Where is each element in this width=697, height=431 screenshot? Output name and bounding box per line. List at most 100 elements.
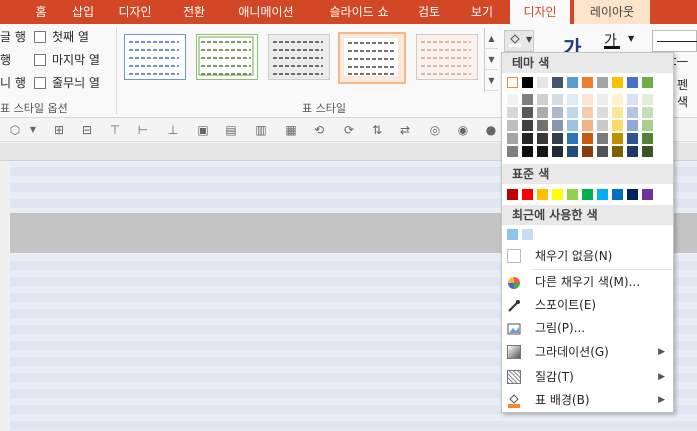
color-swatch[interactable] bbox=[597, 189, 608, 200]
color-swatch[interactable] bbox=[552, 94, 563, 105]
color-swatch[interactable] bbox=[567, 77, 578, 88]
table-style-thumb[interactable] bbox=[196, 34, 258, 80]
picture-item[interactable]: 그림(P)... bbox=[502, 317, 673, 339]
shape-icon[interactable]: ⬡ bbox=[8, 123, 22, 137]
rotate-left-icon[interactable]: ⟲ bbox=[312, 123, 326, 137]
color-swatch[interactable] bbox=[507, 133, 518, 144]
shading-button[interactable]: ▼ bbox=[504, 30, 534, 52]
color-swatch[interactable] bbox=[537, 120, 548, 131]
color-swatch[interactable] bbox=[612, 146, 623, 157]
tab-transitions[interactable]: 전환 bbox=[172, 0, 216, 24]
color-swatch[interactable] bbox=[537, 146, 548, 157]
color-swatch[interactable] bbox=[537, 77, 548, 88]
tab-design[interactable]: 디자인 bbox=[110, 0, 160, 24]
intersect-icon[interactable]: ◉ bbox=[456, 123, 470, 137]
color-swatch[interactable] bbox=[522, 120, 533, 131]
no-fill-item[interactable]: 채우기 없음(N) bbox=[502, 245, 673, 267]
color-swatch[interactable] bbox=[537, 107, 548, 118]
color-swatch[interactable] bbox=[507, 189, 518, 200]
bring-forward-icon[interactable]: ▥ bbox=[254, 123, 268, 137]
ungroup-icon[interactable]: ▤ bbox=[224, 123, 238, 137]
table-style-thumb-selected[interactable] bbox=[338, 32, 406, 84]
color-swatch[interactable] bbox=[612, 120, 623, 131]
tab-view[interactable]: 보기 bbox=[460, 0, 504, 24]
table-background-item[interactable]: 표 배경(B) ▶ bbox=[502, 389, 673, 411]
tab-slideshow[interactable]: 슬라이드 쇼 bbox=[316, 0, 402, 24]
color-swatch[interactable] bbox=[567, 94, 578, 105]
color-swatch[interactable] bbox=[567, 120, 578, 131]
tab-animations[interactable]: 애니메이션 bbox=[226, 0, 306, 24]
color-swatch[interactable] bbox=[582, 120, 593, 131]
color-swatch[interactable] bbox=[567, 107, 578, 118]
chevron-down-icon[interactable]: ▼ bbox=[26, 123, 40, 137]
color-swatch[interactable] bbox=[642, 120, 653, 131]
texture-item[interactable]: 질감(T) ▶ bbox=[502, 366, 673, 388]
color-swatch[interactable] bbox=[582, 94, 593, 105]
color-swatch[interactable] bbox=[597, 120, 608, 131]
color-swatch[interactable] bbox=[522, 133, 533, 144]
align-icon[interactable]: ⊞ bbox=[52, 123, 66, 137]
color-swatch[interactable] bbox=[627, 107, 638, 118]
pen-style-box[interactable] bbox=[652, 30, 697, 52]
table-row[interactable] bbox=[10, 421, 697, 430]
color-swatch[interactable] bbox=[597, 77, 608, 88]
option-header-row[interactable]: 글 행 bbox=[0, 27, 26, 47]
color-swatch[interactable] bbox=[627, 189, 638, 200]
color-swatch[interactable] bbox=[597, 94, 608, 105]
table-style-thumb[interactable] bbox=[416, 34, 478, 80]
scroll-up-icon[interactable]: ▲ bbox=[485, 28, 498, 49]
tab-insert[interactable]: 삽입 bbox=[64, 0, 102, 24]
color-swatch[interactable] bbox=[627, 146, 638, 157]
color-swatch[interactable] bbox=[552, 77, 563, 88]
tab-table-layout[interactable]: 레이아웃 bbox=[574, 0, 650, 24]
more-fill-colors-item[interactable]: 다른 채우기 색(M)... bbox=[502, 271, 673, 293]
flip-horizontal-icon[interactable]: ⇄ bbox=[398, 123, 412, 137]
table-style-thumb[interactable] bbox=[268, 34, 330, 80]
color-swatch[interactable] bbox=[522, 229, 533, 240]
color-swatch[interactable] bbox=[612, 94, 623, 105]
color-swatch[interactable] bbox=[642, 77, 653, 88]
gradient-item[interactable]: 그라데이션(G) ▶ bbox=[502, 341, 673, 363]
option-banded-columns[interactable]: 줄무늬 열 bbox=[34, 73, 109, 93]
color-swatch[interactable] bbox=[567, 146, 578, 157]
send-backward-icon[interactable]: ▦ bbox=[284, 123, 298, 137]
color-swatch[interactable] bbox=[582, 77, 593, 88]
distribute-icon[interactable]: ⊟ bbox=[80, 123, 94, 137]
color-swatch[interactable] bbox=[507, 229, 518, 240]
tab-home[interactable]: 홈 bbox=[20, 0, 62, 24]
color-swatch[interactable] bbox=[642, 107, 653, 118]
option-banded-rows[interactable]: 니 행 bbox=[0, 73, 26, 93]
color-swatch[interactable] bbox=[612, 77, 623, 88]
pen-color-label[interactable]: 펜 색 bbox=[677, 76, 697, 110]
group-icon[interactable]: ▣ bbox=[196, 123, 210, 137]
flip-vertical-icon[interactable]: ⇅ bbox=[370, 123, 384, 137]
color-swatch[interactable] bbox=[567, 189, 578, 200]
rotate-right-icon[interactable]: ⟳ bbox=[342, 123, 356, 137]
checkbox[interactable] bbox=[34, 54, 46, 66]
color-swatch[interactable] bbox=[627, 133, 638, 144]
table-style-thumb[interactable] bbox=[124, 34, 186, 80]
eyedropper-item[interactable]: 스포이트(E) bbox=[502, 294, 673, 316]
color-swatch[interactable] bbox=[627, 77, 638, 88]
color-swatch[interactable] bbox=[642, 133, 653, 144]
color-swatch[interactable] bbox=[507, 107, 518, 118]
color-swatch[interactable] bbox=[507, 77, 518, 88]
align-top-icon[interactable]: ⊤ bbox=[108, 123, 122, 137]
color-swatch[interactable] bbox=[507, 120, 518, 131]
color-swatch[interactable] bbox=[567, 133, 578, 144]
color-swatch[interactable] bbox=[552, 146, 563, 157]
color-swatch[interactable] bbox=[642, 146, 653, 157]
color-swatch[interactable] bbox=[507, 94, 518, 105]
color-swatch[interactable] bbox=[597, 146, 608, 157]
option-last-column[interactable]: 마지막 열 bbox=[34, 50, 109, 70]
color-swatch[interactable] bbox=[582, 107, 593, 118]
color-swatch[interactable] bbox=[552, 120, 563, 131]
color-swatch[interactable] bbox=[537, 133, 548, 144]
color-swatch[interactable] bbox=[627, 120, 638, 131]
color-swatch[interactable] bbox=[552, 133, 563, 144]
color-swatch[interactable] bbox=[522, 94, 533, 105]
color-swatch[interactable] bbox=[537, 189, 548, 200]
color-swatch[interactable] bbox=[522, 146, 533, 157]
option-total-row[interactable]: 행 bbox=[0, 50, 11, 70]
color-swatch[interactable] bbox=[612, 189, 623, 200]
